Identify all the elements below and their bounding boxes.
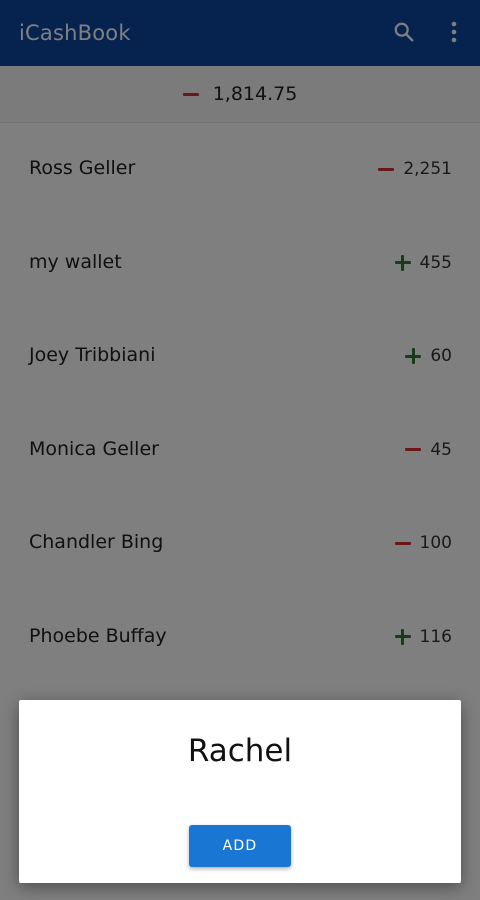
add-button[interactable]: ADD — [189, 825, 291, 867]
add-account-dialog: Rachel ADD — [19, 700, 461, 883]
dialog-account-name: Rachel — [187, 733, 293, 769]
